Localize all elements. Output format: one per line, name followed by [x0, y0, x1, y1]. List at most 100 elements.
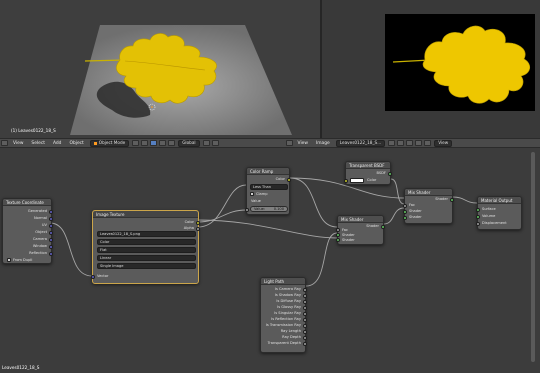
slot-icon[interactable]	[397, 140, 405, 146]
source-value: Single Image	[100, 264, 124, 268]
view-dropdown[interactable]: View	[434, 139, 453, 147]
socket-color-in[interactable]	[344, 179, 348, 183]
layer-icon-2[interactable]	[211, 140, 219, 146]
socket-fac-in[interactable]	[336, 228, 340, 232]
socket-value-in[interactable]	[245, 208, 249, 212]
socket-bsdf-out[interactable]	[388, 172, 392, 176]
socket-color-out[interactable]	[287, 178, 291, 182]
editor-type-icon[interactable]	[1, 140, 8, 146]
socket-color-out[interactable]	[196, 221, 200, 225]
socket-is-diffuse-ray[interactable]	[303, 300, 307, 304]
socket-is-camera-ray[interactable]	[303, 288, 307, 292]
rotate-icon[interactable]	[168, 140, 176, 146]
value-field[interactable]: Value: 0.100	[250, 206, 288, 212]
socket-shader-b-in[interactable]	[336, 238, 340, 242]
socket-is-transmission-ray[interactable]	[303, 324, 307, 328]
render-icon[interactable]	[406, 140, 414, 146]
socket-reflection[interactable]	[49, 252, 53, 256]
link-transparent-to-mix2	[390, 178, 405, 205]
socket-surface-in[interactable]	[476, 208, 480, 212]
image-editor-icon[interactable]	[285, 140, 293, 146]
node-header[interactable]: Material Output	[478, 197, 521, 204]
socket-is-reflection-ray[interactable]	[303, 318, 307, 322]
socket-is-glossy-ray[interactable]	[303, 306, 307, 310]
node-image-texture[interactable]: Image Texture Color Alpha Leaves0122_18_…	[91, 210, 200, 284]
input-shader-b: Shader	[342, 238, 355, 242]
node-texture-coordinate[interactable]: Texture Coordinate Generated Normal UV O…	[2, 198, 53, 264]
layer-icon[interactable]	[202, 140, 210, 146]
socket-object[interactable]	[49, 231, 53, 235]
output-alpha: Alpha	[183, 226, 194, 230]
color-space-dropdown[interactable]: Color	[97, 239, 196, 245]
menu-object[interactable]: Object	[65, 141, 87, 146]
node-header[interactable]: Mix Shader	[405, 189, 452, 196]
socket-alpha-out[interactable]	[196, 227, 200, 231]
socket-vector-in[interactable]	[91, 275, 95, 279]
node-light-path[interactable]: Light Path Is Camera Ray Is Shadow Ray I…	[260, 277, 307, 353]
socket-shader-b-in[interactable]	[403, 216, 407, 220]
channel-icon[interactable]	[424, 140, 432, 146]
menu-select[interactable]: Select	[27, 141, 49, 146]
pin-icon[interactable]	[388, 140, 396, 146]
color-space-value: Color	[100, 240, 110, 244]
node-color-ramp[interactable]: Color Ramp Color Less Than Clamp Value V…	[245, 167, 291, 215]
node-transparent-bsdf[interactable]: Transparent BSDF BSDF Color	[344, 161, 392, 185]
color-swatch[interactable]	[350, 178, 364, 183]
source-dropdown[interactable]: Single Image	[97, 263, 196, 269]
output-is-reflection-ray: Is Reflection Ray	[271, 317, 301, 321]
node-material-output[interactable]: Material Output Surface Volume Displacem…	[476, 196, 522, 230]
orientation-dropdown[interactable]: Global	[178, 139, 200, 147]
input-volume: Volume	[482, 214, 496, 218]
object-origin	[151, 106, 153, 108]
clamp-checkbox[interactable]	[250, 192, 254, 196]
node-header[interactable]: Image Texture	[93, 211, 198, 218]
node-mix-shader-1[interactable]: Mix Shader Shader Fac Shader Shader	[336, 215, 385, 245]
socket-shader-out[interactable]	[381, 225, 385, 229]
socket-shader-a-in[interactable]	[336, 233, 340, 237]
mode-dropdown[interactable]: Object Mode	[89, 139, 130, 147]
render-view[interactable]	[322, 0, 540, 140]
ramp-mode-dropdown[interactable]: Less Than	[250, 184, 288, 190]
menu-add[interactable]: Add	[49, 141, 66, 146]
translate-icon[interactable]	[159, 140, 167, 146]
socket-camera[interactable]	[49, 238, 53, 242]
shading-icon[interactable]	[132, 140, 140, 146]
node-editor[interactable]: Texture Coordinate Generated Normal UV O…	[0, 148, 540, 373]
socket-uv[interactable]	[49, 224, 53, 228]
image-datablock-dropdown[interactable]: Leaves0122_18_S.png	[97, 231, 196, 237]
socket-shader-a-in[interactable]	[403, 210, 407, 214]
socket-window[interactable]	[49, 245, 53, 249]
ramp-mode-value: Less Than	[253, 185, 271, 189]
node-header[interactable]: Transparent BSDF	[346, 162, 390, 169]
menu-view[interactable]: View	[9, 141, 27, 146]
socket-volume-in[interactable]	[476, 215, 480, 219]
menu-image[interactable]: Image	[312, 141, 334, 146]
node-editor-scrollbar[interactable]	[531, 152, 535, 362]
display-icon[interactable]	[415, 140, 423, 146]
3d-viewport[interactable]: (1) Leaves0122_18_S	[0, 0, 320, 140]
from-dupli-checkbox[interactable]	[7, 258, 11, 262]
socket-displacement-in[interactable]	[476, 222, 480, 226]
socket-ray-depth[interactable]	[303, 336, 307, 340]
menu-view-image[interactable]: View	[294, 141, 312, 146]
socket-is-shadow-ray[interactable]	[303, 294, 307, 298]
projection-dropdown[interactable]: Flat	[97, 247, 196, 253]
socket-shader-out[interactable]	[450, 198, 454, 202]
interpolation-dropdown[interactable]: Linear	[97, 255, 196, 261]
node-header[interactable]: Texture Coordinate	[3, 199, 51, 206]
socket-fac-in[interactable]	[403, 204, 407, 208]
node-header[interactable]: Light Path	[261, 278, 305, 285]
link-mix2-to-output	[452, 196, 478, 204]
node-mix-shader-2[interactable]: Mix Shader Shader Fac Shader Shader	[403, 188, 454, 224]
manipulator-icon[interactable]	[150, 140, 158, 146]
socket-generated[interactable]	[49, 210, 53, 214]
socket-transparent-depth[interactable]	[303, 342, 307, 346]
image-browse-dropdown[interactable]: Leaves0122_18_S...	[335, 139, 386, 147]
pivot-icon[interactable]	[141, 140, 149, 146]
socket-is-singular-ray[interactable]	[303, 312, 307, 316]
node-title: Light Path	[264, 279, 285, 284]
socket-ray-length[interactable]	[303, 330, 307, 334]
node-header[interactable]: Color Ramp	[247, 168, 289, 175]
node-header[interactable]: Mix Shader	[338, 216, 383, 223]
socket-normal[interactable]	[49, 217, 53, 221]
